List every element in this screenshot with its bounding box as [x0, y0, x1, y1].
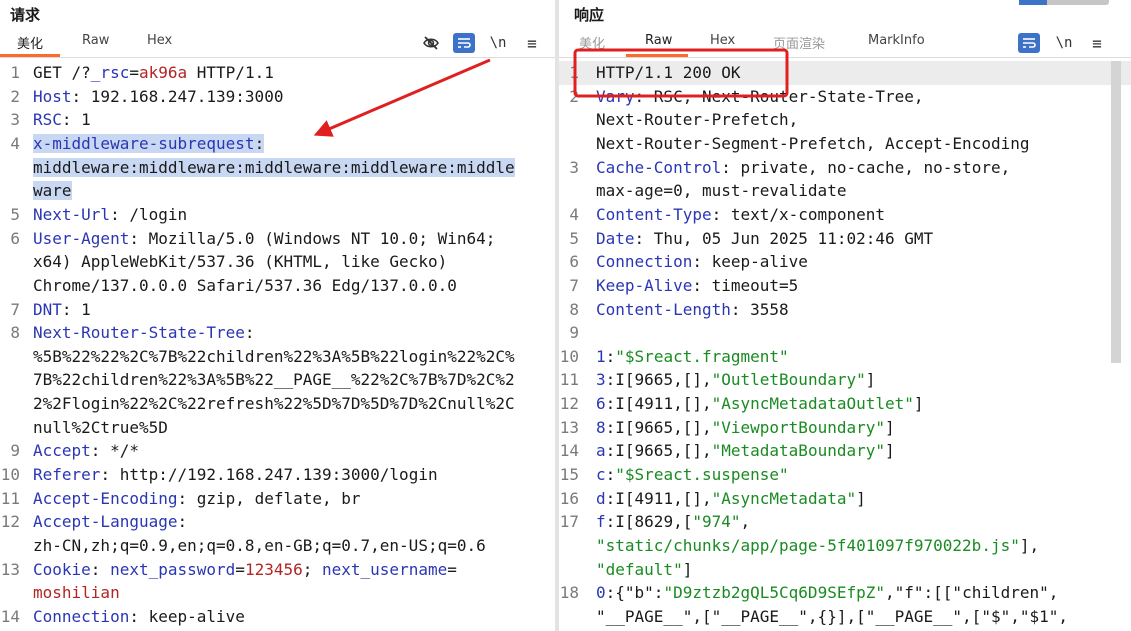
annotation-box: [573, 48, 789, 98]
annotation-overlay: [313, 48, 789, 137]
annotation-arrow: [313, 58, 491, 137]
